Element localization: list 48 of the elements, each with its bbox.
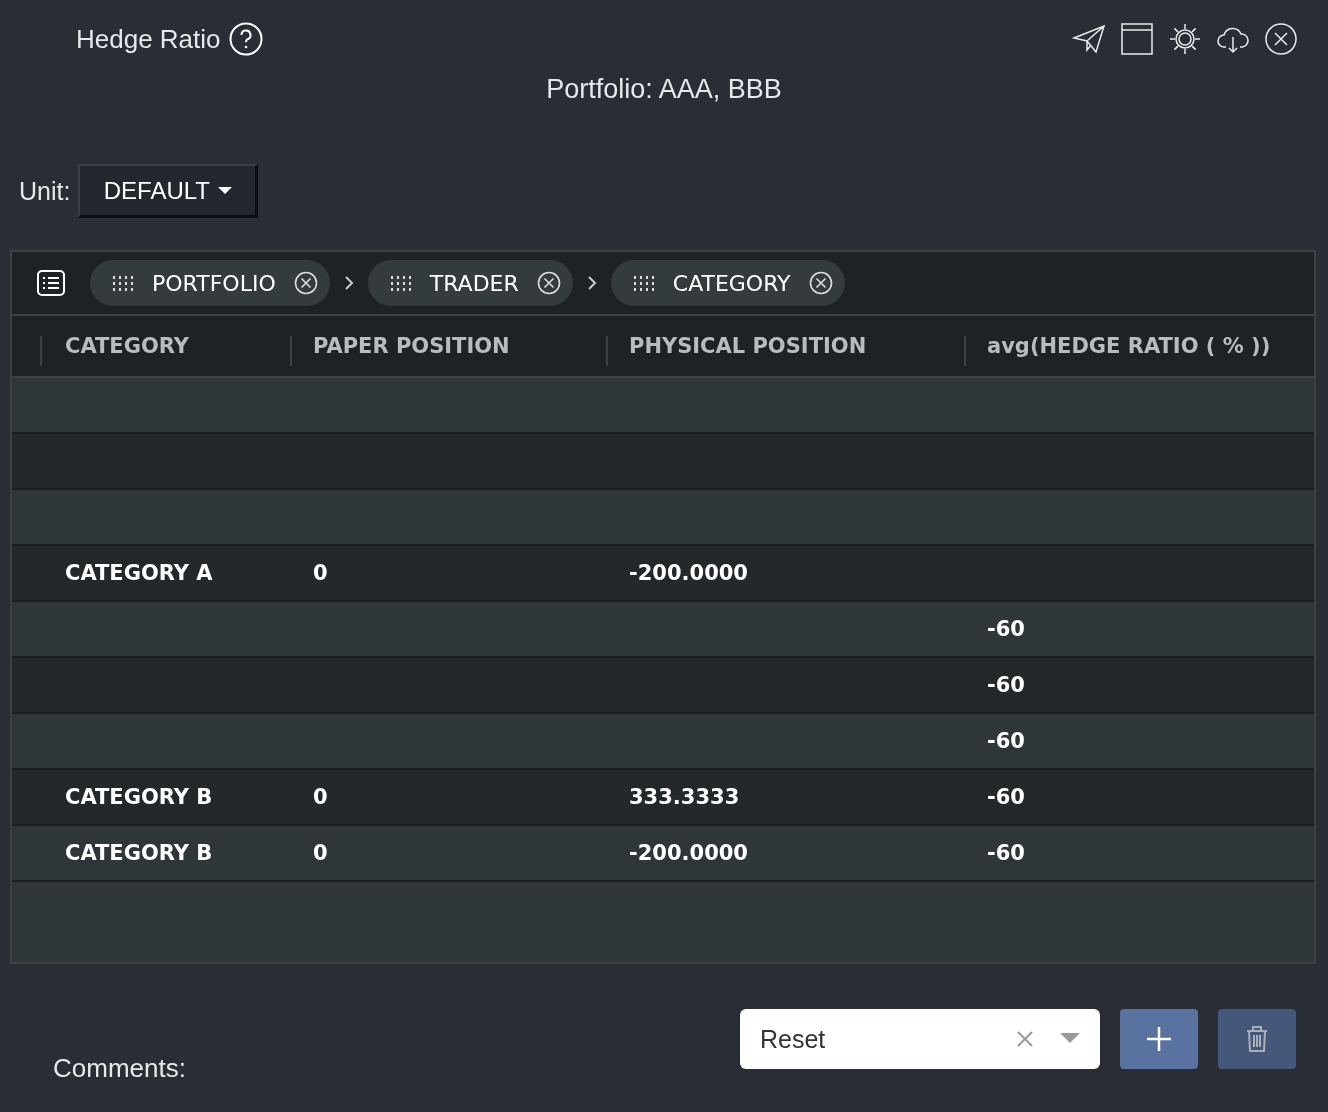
reset-select[interactable]: Reset — [740, 1009, 1100, 1069]
comments-label: Comments: — [53, 1053, 186, 1084]
table-cell: -60 — [987, 841, 1025, 865]
unit-label: Unit: — [19, 176, 71, 206]
window-icon[interactable] — [1120, 22, 1154, 56]
close-icon[interactable] — [1264, 22, 1298, 56]
table-cell: 333.3333 — [629, 785, 740, 809]
table-cell: CATEGORY B — [65, 841, 213, 865]
plus-icon — [1145, 1025, 1173, 1053]
group-chip[interactable]: TRADER — [367, 260, 573, 306]
remove-icon[interactable] — [293, 271, 318, 295]
portfolio-subtitle: Portfolio: AAA, BBB — [546, 74, 782, 104]
table-cell: CATEGORY A — [65, 561, 213, 585]
table-cell: -60 — [987, 617, 1025, 641]
table-cell: CATEGORY B — [65, 785, 213, 809]
unit-dropdown[interactable]: DEFAULT — [78, 164, 259, 218]
window-title: Hedge Ratio — [76, 23, 221, 55]
drag-handle-icon[interactable] — [389, 275, 412, 291]
table-cell: -60 — [987, 785, 1025, 809]
help-icon[interactable] — [228, 22, 263, 56]
table-cell: 0 — [313, 561, 328, 585]
remove-icon[interactable] — [536, 271, 561, 295]
send-icon[interactable] — [1072, 22, 1106, 56]
group-label: CATEGORY — [672, 270, 791, 296]
dropdown-arrow-icon[interactable] — [1060, 1033, 1080, 1045]
table-cell: 0 — [313, 841, 328, 865]
group-label: TRADER — [429, 270, 519, 296]
drag-handle-icon[interactable] — [632, 275, 655, 291]
table-cell: -60 — [987, 673, 1025, 697]
column-header[interactable]: avg(HEDGE RATIO ( % )) — [987, 334, 1271, 358]
settings-icon[interactable] — [1168, 22, 1202, 56]
group-chip[interactable]: CATEGORY — [610, 260, 845, 306]
drag-handle-icon[interactable] — [112, 275, 134, 291]
clear-icon[interactable] — [1016, 1030, 1034, 1048]
column-header[interactable]: PHYSICAL POSITION — [629, 334, 867, 358]
chevron-icon — [586, 275, 597, 291]
remove-icon[interactable] — [808, 271, 833, 295]
column-header[interactable]: PAPER POSITION — [313, 334, 510, 358]
chevron-icon — [343, 275, 354, 291]
group-label: PORTFOLIO — [152, 270, 276, 296]
group-chip[interactable]: PORTFOLIO — [90, 260, 330, 306]
table-cell: -200.0000 — [629, 561, 748, 585]
table-cell: -60 — [987, 729, 1025, 753]
table-cell: -200.0000 — [629, 841, 748, 865]
table-cell: 0 — [313, 785, 328, 809]
list-icon[interactable] — [36, 268, 66, 298]
trash-icon — [1245, 1025, 1269, 1053]
column-header[interactable]: CATEGORY — [65, 334, 190, 358]
